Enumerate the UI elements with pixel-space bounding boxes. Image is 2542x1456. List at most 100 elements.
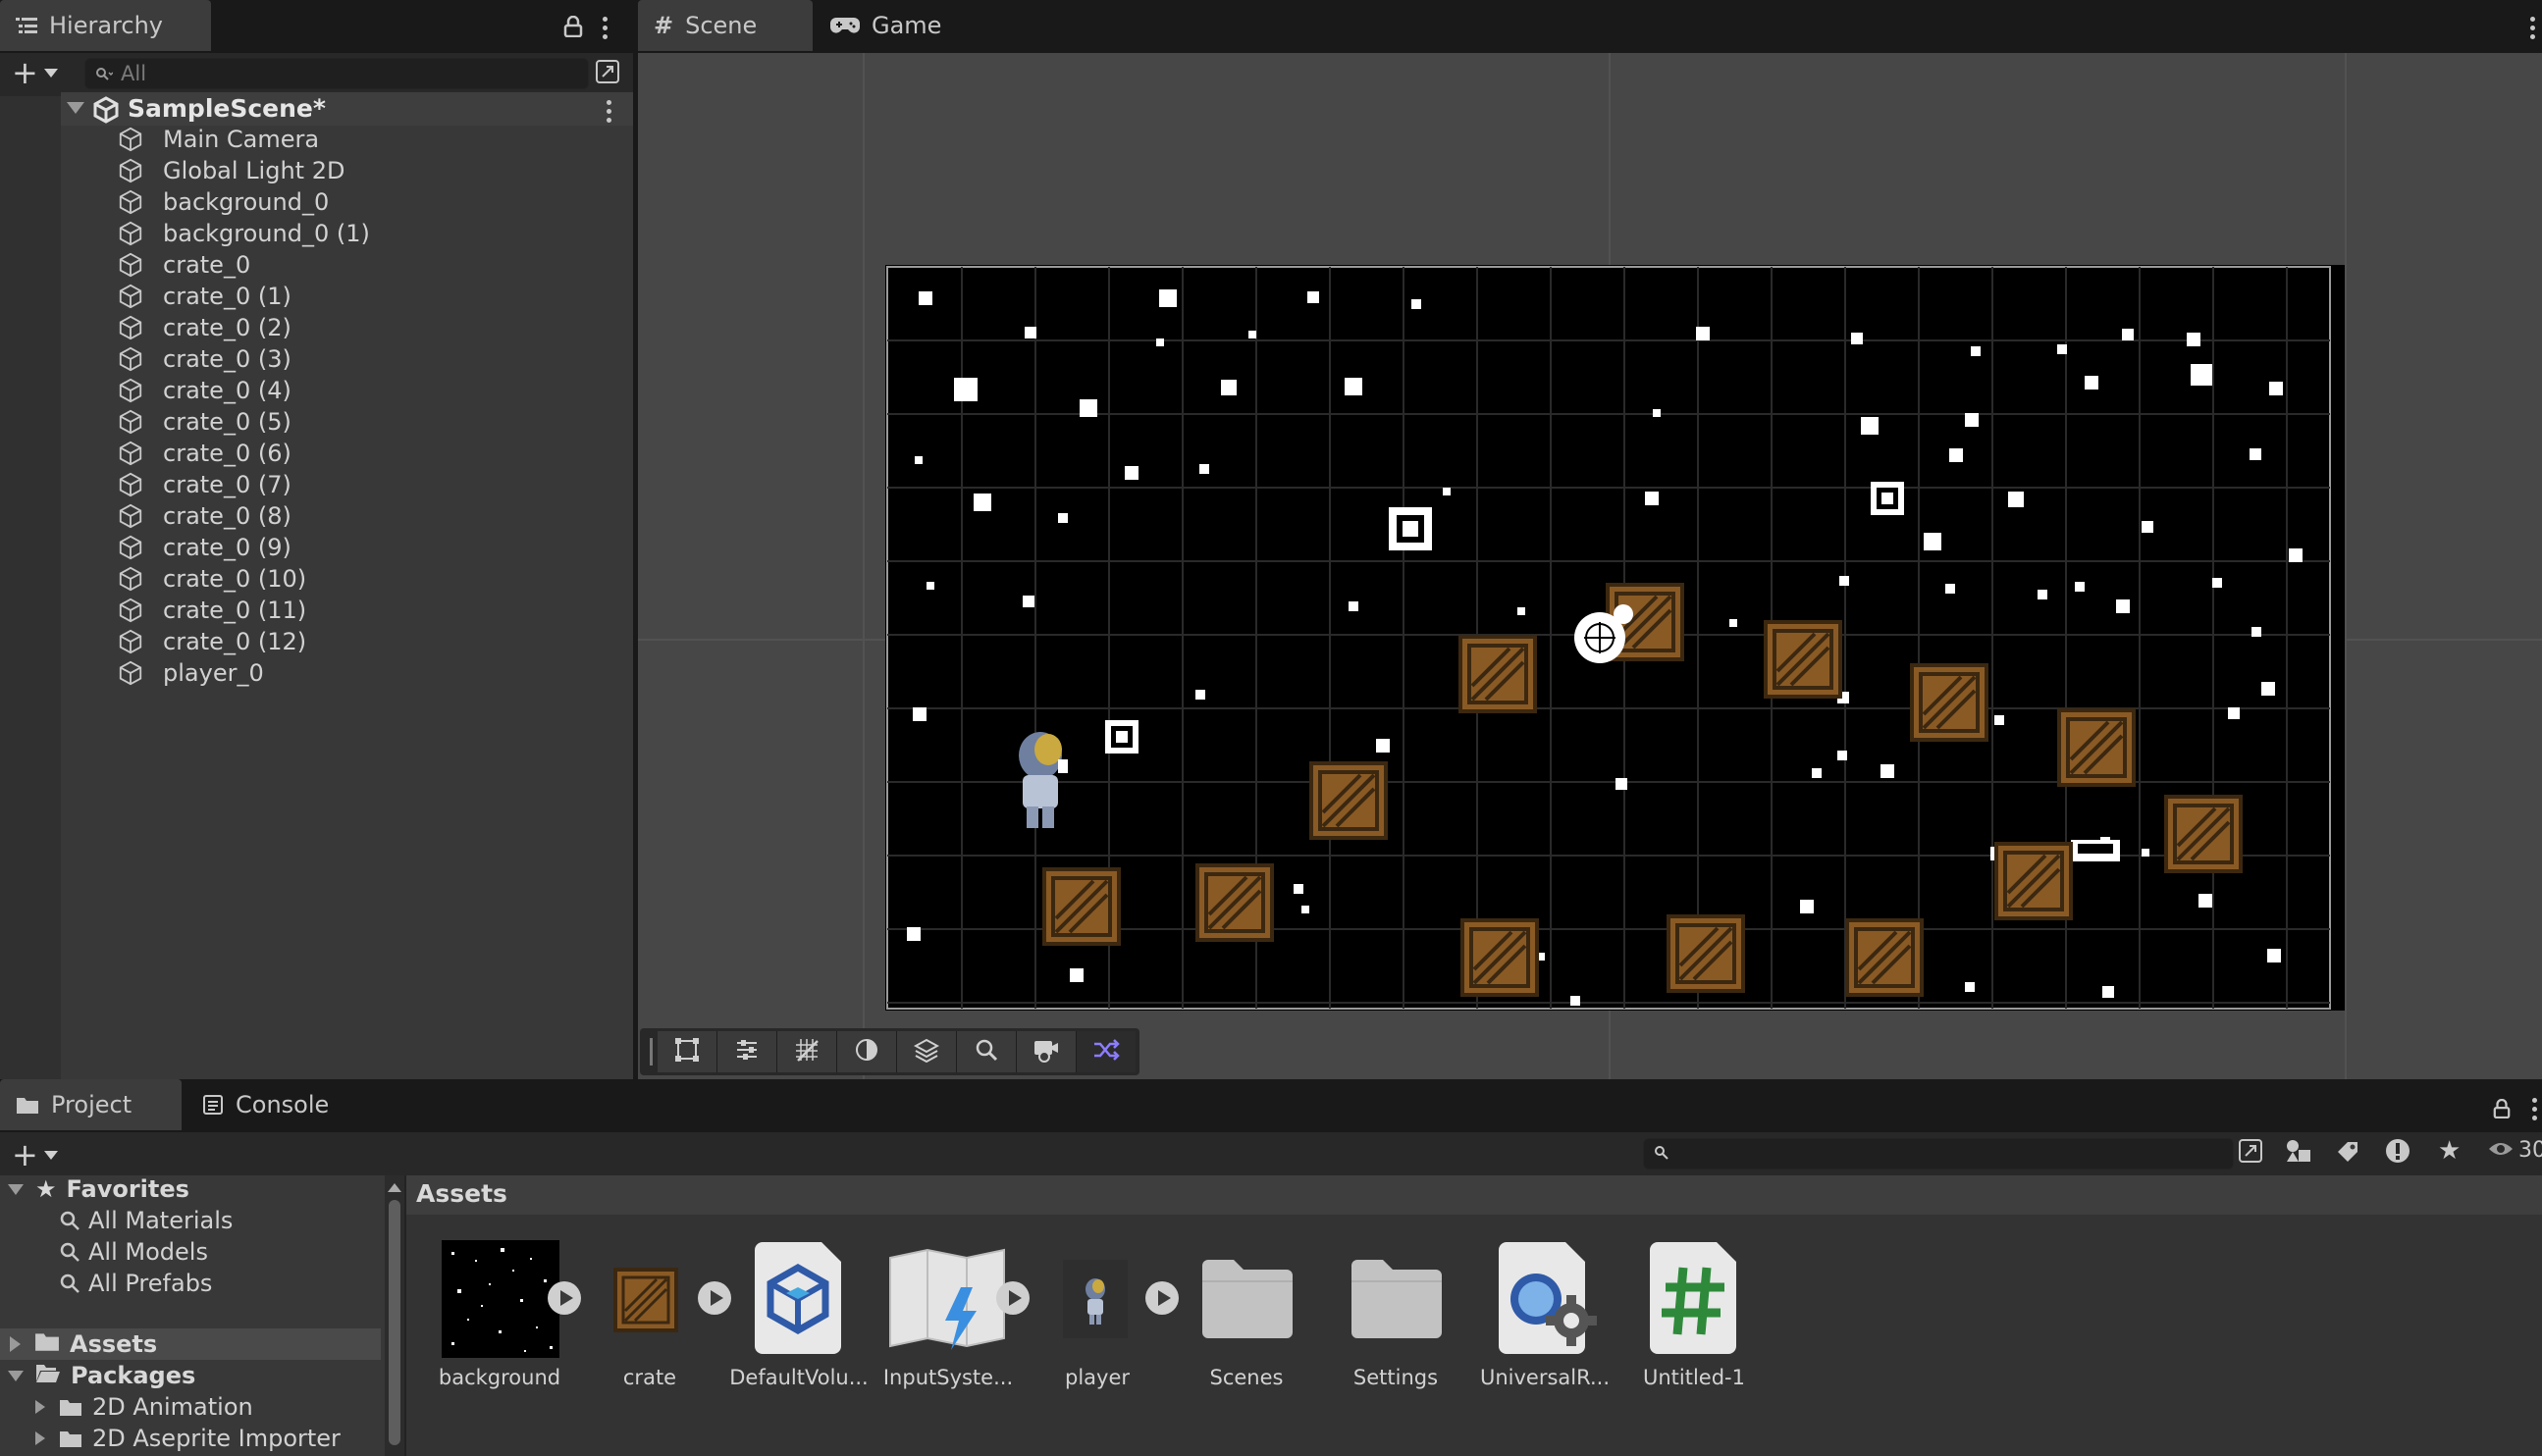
expand-sprite-icon[interactable] xyxy=(996,1281,1030,1315)
scroll-thumb[interactable] xyxy=(389,1200,400,1445)
rect-tool-button[interactable] xyxy=(658,1031,717,1072)
volume-profile-icon xyxy=(751,1242,845,1358)
crate-sprite xyxy=(1994,842,2073,920)
hierarchy-item[interactable]: crate_0 (7) xyxy=(118,469,291,500)
star-sprite xyxy=(2085,376,2098,390)
package-item[interactable]: 2D Animation xyxy=(35,1391,253,1423)
transform-settings-button[interactable] xyxy=(717,1031,777,1072)
favorite-item[interactable]: All Models xyxy=(59,1236,208,1268)
shading-mode-button[interactable] xyxy=(837,1031,897,1072)
hierarchy-item[interactable]: Global Light 2D xyxy=(118,155,344,186)
asset-label: crate xyxy=(622,1366,677,1389)
hierarchy-item-label: crate_0 (6) xyxy=(163,440,291,467)
hierarchy-item[interactable]: crate_0 (5) xyxy=(118,406,291,438)
hierarchy-item[interactable]: crate_0 (4) xyxy=(118,375,291,406)
star-sprite xyxy=(2212,578,2222,588)
project-lock-icon[interactable] xyxy=(2493,1098,2511,1122)
hierarchy-item[interactable]: crate_0 xyxy=(118,249,250,281)
favorite-item[interactable]: All Prefabs xyxy=(59,1268,212,1299)
shuffle-icon xyxy=(1092,1038,1120,1066)
tab-scene[interactable]: # Scene xyxy=(638,0,813,51)
hierarchy-item[interactable]: crate_0 (9) xyxy=(118,532,291,563)
visibility-toggle[interactable]: 30 xyxy=(2487,1138,2542,1163)
scene-menu-icon[interactable] xyxy=(2530,17,2535,39)
zoom-icon xyxy=(974,1037,999,1066)
hierarchy-item[interactable]: crate_0 (8) xyxy=(118,500,291,532)
favorites-row[interactable]: ★ Favorites xyxy=(8,1173,189,1205)
star-sprite xyxy=(2122,329,2134,340)
scroll-up-arrow-icon[interactable] xyxy=(388,1183,401,1192)
zoom-button[interactable] xyxy=(957,1031,1017,1072)
hierarchy-item[interactable]: crate_0 (11) xyxy=(118,595,306,626)
tab-console[interactable]: Console xyxy=(186,1079,363,1130)
star-sprite xyxy=(927,582,934,590)
hierarchy-item[interactable]: crate_0 (3) xyxy=(118,343,291,375)
project-search-input[interactable] xyxy=(1643,1138,2234,1170)
favorite-item[interactable]: All Materials xyxy=(59,1205,233,1236)
search-icon xyxy=(59,1273,80,1294)
layers-button[interactable] xyxy=(897,1031,957,1072)
list-icon xyxy=(16,17,37,34)
scene-options-icon[interactable] xyxy=(607,100,611,123)
hierarchy-search-input[interactable]: All xyxy=(84,58,589,89)
create-dropdown-button[interactable]: + xyxy=(12,57,58,88)
search-icon xyxy=(59,1210,80,1231)
hierarchy-item[interactable]: crate_0 (2) xyxy=(118,312,291,343)
hierarchy-item[interactable]: crate_0 (12) xyxy=(118,626,306,657)
project-menu-icon[interactable] xyxy=(2532,1098,2537,1120)
search-by-type-icon[interactable] xyxy=(595,59,620,88)
star-icon[interactable]: ★ xyxy=(2438,1138,2461,1164)
package-item[interactable]: 2D Aseprite Importer xyxy=(35,1423,341,1454)
packages-row[interactable]: Packages xyxy=(8,1360,195,1391)
sidebar-scrollbar[interactable] xyxy=(385,1175,404,1456)
hierarchy-menu-icon[interactable] xyxy=(603,17,608,39)
hierarchy-item[interactable]: player_0 xyxy=(118,657,264,689)
star-sprite xyxy=(1156,338,1164,346)
star-sprite xyxy=(1125,466,1139,480)
hierarchy-item-label: crate_0 (12) xyxy=(163,628,307,655)
grid-snap-icon xyxy=(794,1037,820,1066)
assets-breadcrumb[interactable]: Assets xyxy=(416,1179,507,1208)
search-by-type-icon[interactable] xyxy=(2238,1138,2263,1168)
crate-sprite xyxy=(1667,914,1745,993)
hierarchy-item[interactable]: Main Camera xyxy=(118,124,319,155)
gameobject-icon xyxy=(118,441,153,466)
star-sprite xyxy=(1058,513,1068,523)
hierarchy-item[interactable]: crate_0 (1) xyxy=(118,281,291,312)
star-sprite xyxy=(1924,533,1941,550)
crate-sprite xyxy=(2164,795,2243,873)
hash-icon: # xyxy=(654,12,674,39)
lock-icon[interactable] xyxy=(563,15,583,41)
expand-sprite-icon[interactable] xyxy=(1145,1281,1179,1315)
scene-camera-button[interactable] xyxy=(1017,1031,1077,1072)
hierarchy-item[interactable]: crate_0 (6) xyxy=(118,438,291,469)
hierarchy-item[interactable]: crate_0 (10) xyxy=(118,563,306,595)
shuffle-button[interactable] xyxy=(1077,1031,1136,1072)
expand-sprite-icon[interactable] xyxy=(548,1281,581,1315)
hierarchy-item[interactable]: background_0 xyxy=(118,186,329,218)
scene-canvas xyxy=(638,53,2542,1079)
drag-handle[interactable] xyxy=(644,1031,658,1072)
scene-tools-overlay xyxy=(640,1028,1139,1075)
collapse-arrow-icon[interactable] xyxy=(67,102,84,114)
project-create-button[interactable]: + xyxy=(12,1136,58,1173)
top-tab-bar xyxy=(0,0,2542,53)
tab-project[interactable]: Project xyxy=(0,1079,182,1130)
filter-by-type-icon[interactable] xyxy=(2285,1138,2312,1168)
grid-snap-button[interactable] xyxy=(777,1031,837,1072)
tab-hierarchy[interactable]: Hierarchy xyxy=(0,0,211,51)
star-sprite xyxy=(1812,768,1822,778)
input-actions-icon xyxy=(888,1248,1006,1360)
tab-game[interactable]: Game xyxy=(815,0,981,51)
expand-sprite-icon[interactable] xyxy=(698,1281,731,1315)
project-tab-bar xyxy=(0,1079,2542,1132)
star-sprite xyxy=(2057,344,2067,354)
crate-sprite xyxy=(1910,663,1988,742)
hierarchy-item-label: crate_0 xyxy=(163,251,251,279)
hierarchy-item[interactable]: background_0 (1) xyxy=(118,218,370,249)
scene-viewport[interactable] xyxy=(638,53,2542,1079)
filter-by-label-icon[interactable] xyxy=(2336,1140,2359,1168)
assets-grid-bg xyxy=(406,1215,2542,1456)
chevron-down-icon xyxy=(43,68,58,78)
warning-filter-icon[interactable] xyxy=(2385,1138,2410,1168)
